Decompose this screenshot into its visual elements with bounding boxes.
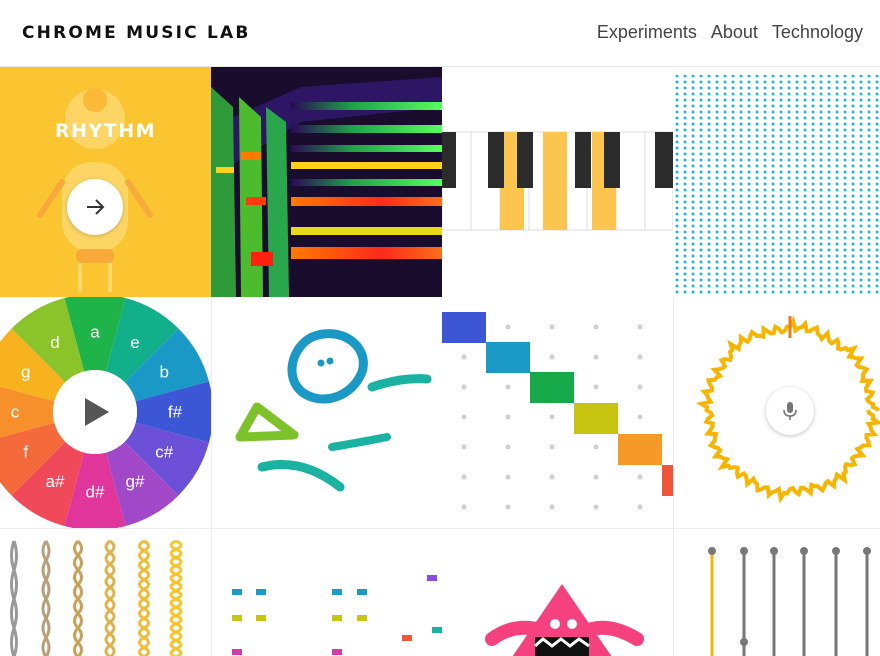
main-nav: Experiments About Technology bbox=[583, 22, 863, 43]
nav-about-link[interactable]: About bbox=[711, 22, 758, 43]
arrow-right-icon bbox=[87, 199, 105, 215]
monster-character-visual bbox=[485, 584, 644, 656]
spectrogram-visual bbox=[211, 67, 442, 297]
chord-note-label: d bbox=[50, 333, 59, 352]
kandinsky-doodles-visual bbox=[235, 329, 432, 492]
chord-note-label: f bbox=[23, 443, 28, 462]
chord-wheel-visual: a e b f# c# g# d# a# f c g d bbox=[0, 297, 211, 528]
chord-note-label: e bbox=[130, 333, 139, 352]
sound-waves-dots-visual bbox=[675, 75, 880, 295]
nav-technology-link[interactable]: Technology bbox=[772, 22, 863, 43]
experiment-tile-kandinsky[interactable] bbox=[211, 297, 442, 528]
experiment-tile-strings[interactable] bbox=[0, 528, 211, 656]
voice-mic-button[interactable] bbox=[766, 387, 814, 435]
chord-note-label: c# bbox=[155, 443, 174, 462]
rhythm-open-button[interactable] bbox=[67, 179, 123, 235]
chord-note-label: f# bbox=[168, 403, 183, 422]
microphone-icon bbox=[783, 402, 797, 420]
song-maker-grid-visual bbox=[442, 312, 673, 510]
rhythm-title: RHYTHM bbox=[54, 120, 157, 142]
experiment-tile-sound-waves[interactable] bbox=[673, 67, 880, 297]
melody-blocks-visual bbox=[232, 575, 442, 655]
chord-note-label: a# bbox=[46, 472, 65, 491]
experiment-tile-voice-spinner[interactable] bbox=[673, 297, 880, 528]
experiment-tile-piano[interactable] bbox=[442, 67, 673, 297]
experiment-tile-melody-maker[interactable] bbox=[211, 528, 442, 656]
chord-note-label: d# bbox=[86, 483, 105, 502]
strings-visual bbox=[10, 539, 183, 656]
site-header: CHROME MUSIC LAB Experiments About Techn… bbox=[0, 0, 880, 67]
chord-note-label: g# bbox=[126, 472, 145, 491]
experiments-grid: RHYTHM a e b f# c# g# d# a# f c g d bbox=[0, 67, 880, 656]
experiment-tile-shared-piano[interactable] bbox=[442, 528, 673, 656]
experiment-tile-song-maker[interactable] bbox=[442, 297, 673, 528]
chord-note-label: g bbox=[21, 363, 30, 382]
site-logo[interactable]: CHROME MUSIC LAB bbox=[22, 23, 251, 43]
nav-experiments-link[interactable]: Experiments bbox=[597, 22, 697, 43]
chord-note-label: b bbox=[160, 363, 169, 382]
experiment-tile-chords[interactable]: a e b f# c# g# d# a# f c g d bbox=[0, 297, 211, 528]
chord-note-label: a bbox=[90, 323, 100, 342]
piano-keys-visual bbox=[442, 131, 673, 231]
experiment-tile-spectrogram[interactable] bbox=[211, 67, 442, 297]
experiment-tile-arpeggios[interactable] bbox=[673, 528, 880, 656]
arpeggio-lines-visual bbox=[708, 547, 871, 656]
chord-note-label: c bbox=[11, 403, 20, 422]
experiment-tile-rhythm[interactable]: RHYTHM bbox=[0, 67, 211, 297]
